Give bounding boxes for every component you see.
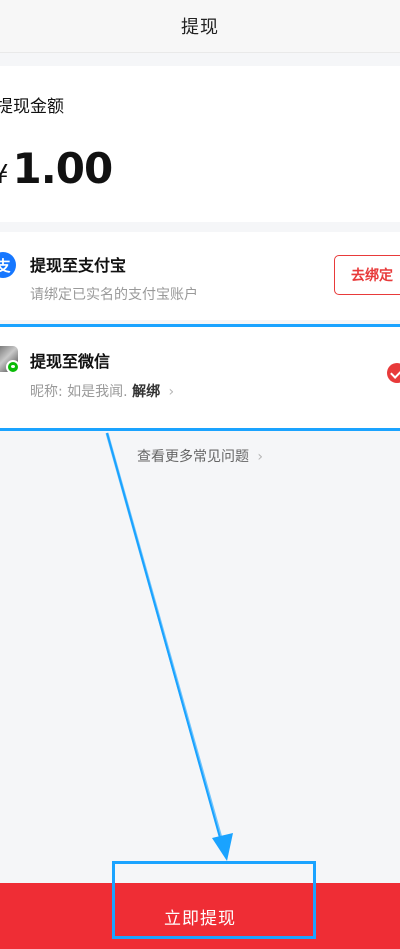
amount-row: ¥ 1.00	[0, 144, 114, 193]
unlink-wechat-link[interactable]: 解绑	[132, 384, 160, 400]
wechat-icon	[6, 360, 20, 374]
faq-link-label: 查看更多常见问题	[136, 449, 249, 465]
amount-value: 1.00	[12, 144, 114, 193]
selected-check-icon	[387, 363, 400, 383]
withdraw-option-wechat[interactable]: 提现至微信 昵称: 如是我闻. 解绑 ›	[0, 324, 400, 430]
nav-bar: 提现	[0, 0, 400, 53]
submit-label: 立即提现	[164, 908, 236, 929]
submit-withdraw-button[interactable]: 立即提现	[0, 883, 400, 949]
amount-label: 提现金额	[0, 97, 64, 117]
withdraw-option-alipay[interactable]: 支 提现至支付宝 请绑定已实名的支付宝账户 去绑定	[0, 232, 400, 320]
amount-card: 提现金额 ¥ 1.00	[0, 66, 400, 222]
page-title: 提现	[181, 17, 219, 38]
chevron-right-icon: ›	[257, 449, 264, 465]
currency-symbol: ¥	[0, 160, 9, 190]
nickname-value: 如是我闻.	[67, 384, 128, 400]
wechat-option-title: 提现至微信	[30, 352, 111, 371]
chevron-right-icon: ›	[168, 384, 175, 400]
alipay-option-subtitle: 请绑定已实名的支付宝账户	[30, 287, 198, 303]
wechat-nickname-row: 昵称: 如是我闻. 解绑 ›	[30, 381, 174, 401]
alipay-option-title: 提现至支付宝	[30, 256, 127, 275]
nickname-label: 昵称:	[30, 384, 63, 400]
bind-alipay-button[interactable]: 去绑定	[334, 255, 400, 295]
withdraw-page: 提现 提现金额 ¥ 1.00 支 提现至支付宝 请绑定已实名的支付宝账户 去绑定…	[0, 0, 400, 949]
faq-link[interactable]: 查看更多常见问题 ›	[0, 446, 400, 466]
alipay-icon: 支	[0, 252, 16, 278]
